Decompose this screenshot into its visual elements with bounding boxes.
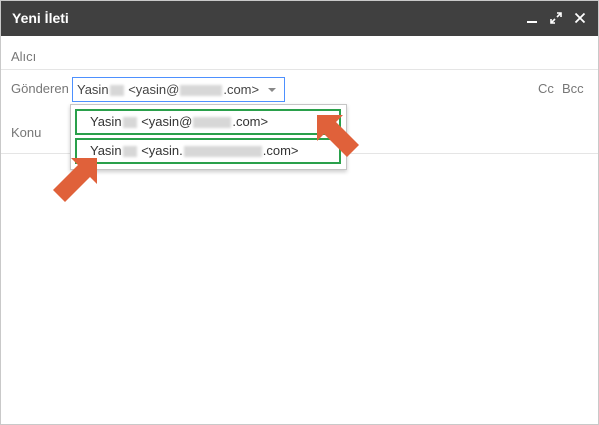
to-divider bbox=[1, 69, 598, 70]
redacted-domain bbox=[180, 85, 223, 97]
chevron-down-icon[interactable] bbox=[268, 88, 276, 92]
minimize-icon[interactable] bbox=[524, 10, 540, 26]
from-select-email-prefix: <yasin@ bbox=[128, 82, 180, 97]
option-email-prefix: <yasin. bbox=[141, 143, 183, 158]
cc-link[interactable]: Cc bbox=[538, 81, 554, 96]
option-email-prefix: <yasin@ bbox=[141, 114, 193, 129]
annotation-arrow-up-left-icon bbox=[317, 115, 359, 157]
compose-window: Yeni İleti Alıcı Gönderen Yasin <yasin@ … bbox=[0, 0, 599, 425]
option-name: Yasin bbox=[90, 114, 122, 129]
redacted-surname bbox=[122, 146, 137, 158]
redacted-surname bbox=[122, 117, 137, 129]
window-controls bbox=[524, 10, 588, 26]
annotation-arrow-up-right-icon bbox=[53, 158, 97, 202]
from-label: Gönderen bbox=[11, 81, 69, 96]
redacted-domain bbox=[193, 117, 232, 129]
expand-icon[interactable] bbox=[548, 10, 564, 26]
redacted-surname bbox=[109, 85, 124, 97]
from-select[interactable]: Yasin <yasin@ .com> bbox=[72, 77, 285, 102]
close-icon[interactable] bbox=[572, 10, 588, 26]
from-dropdown-menu: Yasin <yasin@ .com> Yasin <yasin. .com> bbox=[70, 104, 347, 170]
compose-title: Yeni İleti bbox=[12, 10, 69, 26]
from-select-name: Yasin bbox=[77, 82, 109, 97]
subject-label[interactable]: Konu bbox=[11, 125, 41, 140]
from-select-email-suffix: .com> bbox=[223, 82, 260, 97]
option-email-suffix: .com> bbox=[232, 114, 269, 129]
from-option-1[interactable]: Yasin <yasin@ .com> bbox=[75, 109, 341, 135]
option-email-suffix: .com> bbox=[262, 143, 299, 158]
redacted-domain bbox=[183, 146, 262, 158]
bcc-link[interactable]: Bcc bbox=[562, 81, 584, 96]
compose-titlebar[interactable]: Yeni İleti bbox=[1, 1, 598, 36]
to-label[interactable]: Alıcı bbox=[11, 49, 36, 64]
from-option-2[interactable]: Yasin <yasin. .com> bbox=[75, 138, 341, 164]
